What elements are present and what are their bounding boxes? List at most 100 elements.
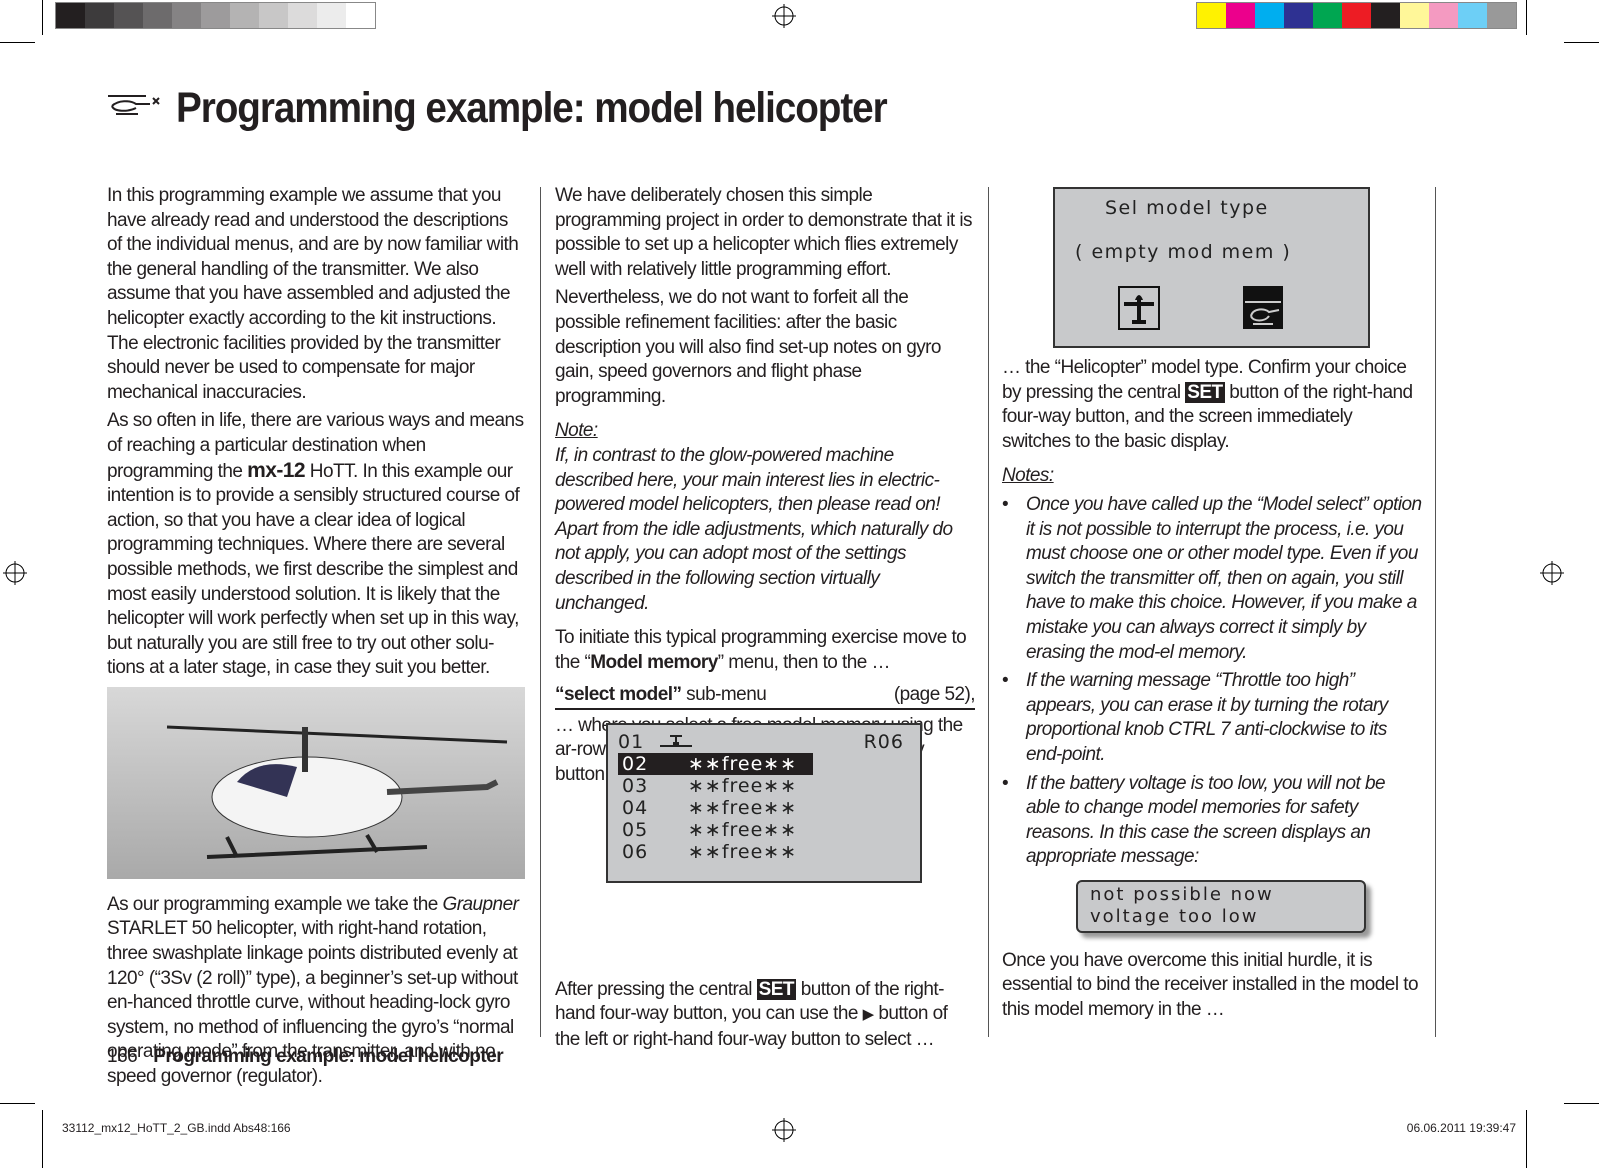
- row-value: ∗∗free∗∗: [688, 841, 798, 863]
- process-color-bar: [1196, 2, 1517, 29]
- color-swatch: [1342, 3, 1371, 28]
- color-swatch: [1313, 3, 1342, 28]
- crop-mark: [1564, 42, 1599, 43]
- menu-name: Model memory: [590, 651, 718, 673]
- row-number: 05: [622, 819, 649, 841]
- row-value: ∗∗free∗∗: [688, 797, 798, 819]
- model-row[interactable]: 03 ∗∗free∗∗: [618, 775, 910, 797]
- color-swatch: [230, 3, 259, 28]
- helicopter-icon: [108, 95, 160, 115]
- text: HoTT. In this example our intention is t…: [107, 460, 520, 679]
- color-swatch: [114, 3, 143, 28]
- model-row[interactable]: 04 ∗∗free∗∗: [618, 797, 910, 819]
- row-number: 06: [622, 841, 649, 863]
- note-label: Note:: [555, 420, 598, 442]
- page-title: Programming example: model helicopter: [176, 84, 888, 132]
- text: ” menu, then to the …: [717, 651, 891, 673]
- intro-paragraph: In this programming example we assume th…: [107, 185, 519, 403]
- color-swatch: [1197, 3, 1226, 28]
- color-swatch: [1458, 3, 1487, 28]
- row-number: 02: [618, 753, 688, 775]
- screen-title: Sel model type: [1105, 197, 1269, 219]
- color-swatch: [172, 3, 201, 28]
- column-3: … the “Helicopter” model type. Confirm y…: [1002, 356, 1422, 1027]
- row-value: ∗∗free∗∗: [688, 819, 798, 841]
- receiver-id: R06: [863, 731, 904, 753]
- color-swatch: [1255, 3, 1284, 28]
- crop-mark: [1564, 1103, 1599, 1104]
- row-value: ∗∗free∗∗: [688, 753, 813, 775]
- note-item: If the warning message “Throttle too hig…: [1002, 669, 1422, 767]
- model-type-screen: Sel model type ( empty mod mem ): [1053, 187, 1370, 348]
- helicopter-model-icon: [660, 735, 692, 747]
- column-divider: [540, 187, 541, 1037]
- color-swatch: [56, 3, 85, 28]
- crop-mark: [42, 0, 43, 35]
- model-row[interactable]: 06 ∗∗free∗∗: [618, 841, 910, 863]
- color-swatch: [1400, 3, 1429, 28]
- model-number: 01: [618, 731, 645, 753]
- row-value: ∗∗free∗∗: [688, 775, 798, 797]
- crop-mark: [42, 1110, 43, 1168]
- color-swatch: [143, 3, 172, 28]
- gray-color-bar: [55, 2, 376, 29]
- page-reference: (page 52),: [893, 684, 976, 706]
- note-text: If, in contrast to the glow-powered mach…: [555, 444, 953, 614]
- helicopter-icon[interactable]: [1243, 286, 1283, 329]
- color-swatch: [288, 3, 317, 28]
- warning-line: voltage too low: [1090, 905, 1259, 927]
- color-swatch: [1487, 3, 1516, 28]
- warning-line: not possible now: [1090, 883, 1274, 905]
- helicopter-image: [166, 725, 508, 859]
- crop-mark: [1526, 0, 1527, 35]
- paragraph: To initiate this typical programming exe…: [555, 626, 975, 675]
- column-2: We have deliberately chosen this simple …: [555, 184, 976, 1056]
- color-swatch: [1284, 3, 1313, 28]
- warning-message-screen: not possible now voltage too low: [1076, 879, 1366, 933]
- crop-mark: [1526, 1110, 1527, 1168]
- color-swatch: [85, 3, 114, 28]
- set-button-label: SET: [756, 978, 796, 1000]
- footer-title: Programming example: model helicopter: [153, 1046, 504, 1067]
- page-footer: 166 Programming example: model helicopter: [107, 1046, 504, 1068]
- right-arrow-icon: ▶: [862, 1006, 875, 1024]
- model-row[interactable]: 02 ∗∗free∗∗: [618, 753, 910, 775]
- lcd-header: 01 R06: [618, 731, 910, 753]
- text: sub-menu: [681, 684, 767, 706]
- notes-list: Once you have called up the “Model selec…: [1002, 493, 1422, 870]
- page-number: 166: [107, 1046, 138, 1067]
- notes-label: Notes:: [1002, 465, 1054, 487]
- brand-italic: Graupner: [442, 893, 519, 915]
- note-item: If the battery voltage is too low, you w…: [1002, 772, 1422, 870]
- registration-mark-icon: [772, 1118, 796, 1142]
- helicopter-photo: [107, 686, 525, 879]
- color-swatch: [201, 3, 230, 28]
- submenu-name: “select model”: [555, 684, 682, 706]
- row-number: 03: [622, 775, 649, 797]
- approach-paragraph: As so often in life, there are various w…: [107, 409, 527, 681]
- slug-date: 06.06.2011 19:39:47: [1406, 1121, 1516, 1135]
- model-row[interactable]: 05 ∗∗free∗∗: [618, 819, 910, 841]
- column-1: In this programming example we assume th…: [107, 184, 527, 1094]
- note-item: Once you have called up the “Model selec…: [1002, 493, 1422, 665]
- registration-mark-icon: [1540, 561, 1564, 585]
- brand-name: mx-12: [247, 458, 306, 482]
- color-swatch: [1371, 3, 1400, 28]
- paragraph: We have deliberately chosen this simple …: [555, 185, 973, 280]
- model-select-screen: 01 R06 02 ∗∗free∗∗ 03 ∗∗free∗∗ 04 ∗∗free∗∗ …: [606, 723, 922, 883]
- airplane-icon[interactable]: [1118, 286, 1160, 330]
- submenu-line: “select model” sub-menu (page 52),: [555, 683, 976, 710]
- crop-mark: [0, 1103, 35, 1104]
- color-swatch: [1429, 3, 1458, 28]
- column-divider: [988, 187, 989, 1037]
- color-swatch: [317, 3, 346, 28]
- paragraph: After pressing the central SET button of…: [555, 978, 975, 1053]
- slug-file: 33112_mx12_HoTT_2_GB.indd Abs48:166: [62, 1121, 291, 1135]
- set-button-label: SET: [1185, 381, 1225, 403]
- text: As our programming example we take the: [107, 893, 443, 915]
- paragraph: … the “Helicopter” model type. Confirm y…: [1002, 356, 1422, 454]
- registration-mark-icon: [772, 4, 796, 28]
- paragraph: Once you have overcome this initial hurd…: [1002, 949, 1419, 1021]
- column-divider: [1435, 187, 1436, 1037]
- color-swatch: [346, 3, 375, 28]
